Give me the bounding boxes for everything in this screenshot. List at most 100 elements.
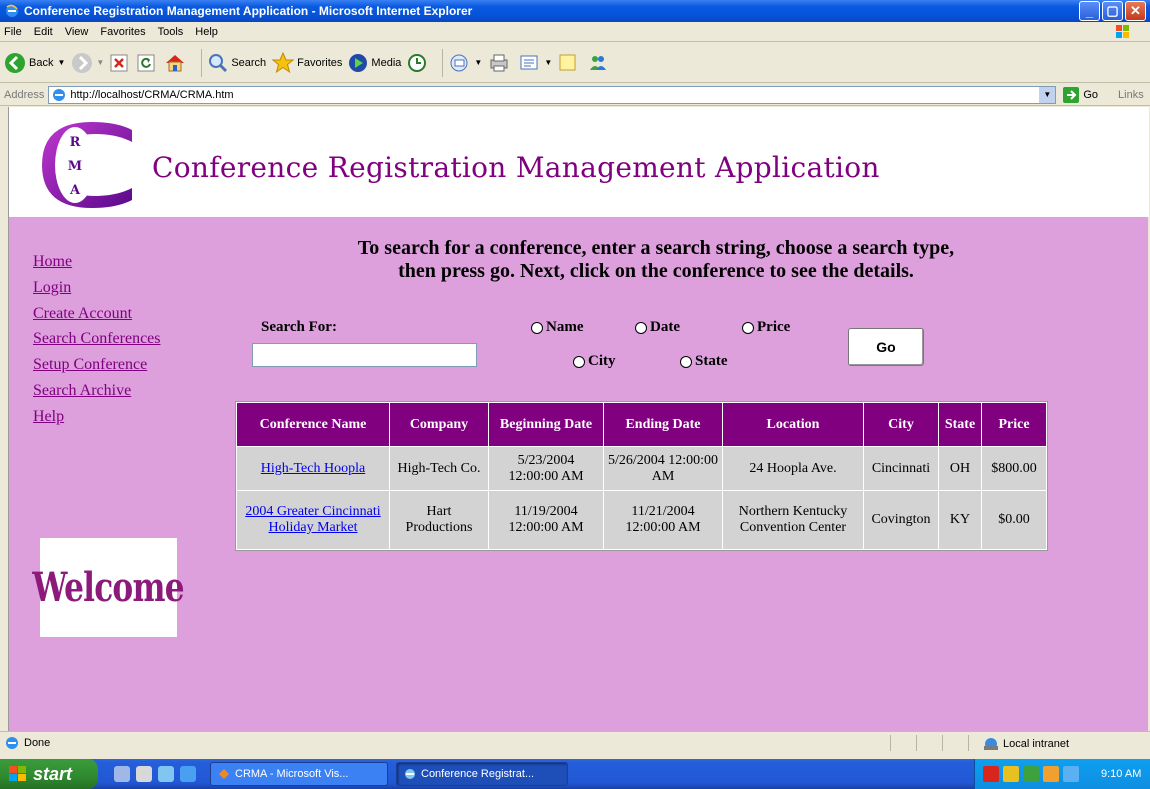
chevron-down-icon[interactable]: ▼ xyxy=(96,58,104,67)
history-button[interactable] xyxy=(407,53,430,73)
col-beginning-date: Beginning Date xyxy=(489,403,603,446)
task-conference-registration[interactable]: Conference Registrat... xyxy=(396,762,568,786)
nav-search-archive[interactable]: Search Archive xyxy=(33,383,161,409)
minimize-button[interactable]: _ xyxy=(1079,1,1100,21)
chevron-down-icon[interactable]: ▼ xyxy=(1039,86,1056,103)
conference-link[interactable]: High-Tech Hoopla xyxy=(261,461,365,476)
radio-name[interactable]: Name xyxy=(531,319,584,336)
refresh-button[interactable] xyxy=(137,54,158,72)
address-input[interactable]: http://localhost/CRMA/CRMA.htm ▼ xyxy=(48,85,1057,104)
zonealarm-icon[interactable] xyxy=(983,766,999,782)
tray-icon[interactable] xyxy=(1003,766,1019,782)
favorites-label: Favorites xyxy=(297,56,343,69)
mail-icon xyxy=(450,54,468,71)
zone-text: Local intranet xyxy=(1003,738,1070,750)
menu-favorites[interactable]: Favorites xyxy=(100,26,145,38)
window-titlebar[interactable]: Conference Registration Management Appli… xyxy=(0,0,1150,22)
tray-icon[interactable] xyxy=(1043,766,1059,782)
media-button[interactable]: Media xyxy=(348,53,401,73)
menu-help[interactable]: Help xyxy=(195,26,218,38)
radio-state[interactable]: State xyxy=(680,353,728,370)
back-label: Back xyxy=(29,56,54,69)
search-button[interactable]: Search xyxy=(208,53,266,73)
clock: 9:10 AM xyxy=(1101,768,1142,780)
discuss-button[interactable] xyxy=(558,53,581,73)
chevron-down-icon[interactable]: ▼ xyxy=(57,58,65,67)
menu-edit[interactable]: Edit xyxy=(34,26,53,38)
page-content: R M A Conference Registration Management… xyxy=(8,107,1149,731)
nav-help[interactable]: Help xyxy=(33,408,161,435)
go-arrow-icon xyxy=(1063,86,1080,103)
quick-launch-icon[interactable] xyxy=(114,766,130,782)
menu-file[interactable]: File xyxy=(4,26,22,38)
forward-arrow-icon xyxy=(72,52,93,73)
table-header-row: Conference Name Company Beginning Date E… xyxy=(237,403,1046,446)
table-row: 2004 Greater Cincinnati Holiday Market H… xyxy=(237,491,1046,549)
nav-home[interactable]: Home xyxy=(33,254,161,280)
cell-end: 11/21/2004 12:00:00 AM xyxy=(604,491,722,549)
search-for-label: Search For: xyxy=(261,319,337,335)
cell-company: High-Tech Co. xyxy=(390,447,488,490)
forward-button[interactable]: ▼ xyxy=(71,52,104,74)
star-icon xyxy=(272,51,295,73)
start-button[interactable]: start xyxy=(0,759,98,789)
printer-icon xyxy=(490,54,508,71)
address-go-button[interactable]: Go xyxy=(1062,86,1098,104)
nav-create-account[interactable]: Create Account xyxy=(33,305,161,332)
windows-flag-icon xyxy=(1116,25,1129,38)
chevron-down-icon[interactable]: ▼ xyxy=(474,58,482,67)
chevron-down-icon[interactable]: ▼ xyxy=(544,58,552,67)
address-url: http://localhost/CRMA/CRMA.htm xyxy=(70,88,234,101)
cell-location: Northern Kentucky Convention Center xyxy=(723,491,863,549)
edit-button[interactable]: ▼ xyxy=(519,53,552,73)
nav-login[interactable]: Login xyxy=(33,279,161,306)
print-button[interactable] xyxy=(488,53,513,73)
tray-icon[interactable] xyxy=(1023,766,1039,782)
cell-begin: 11/19/2004 12:00:00 AM xyxy=(489,491,603,549)
back-button[interactable]: Back ▼ xyxy=(4,52,65,74)
maximize-button[interactable]: ▢ xyxy=(1102,1,1123,21)
search-input[interactable] xyxy=(252,343,477,367)
page-done-icon xyxy=(6,736,18,749)
status-text: Done xyxy=(24,736,51,749)
home-icon xyxy=(166,54,185,71)
nav-setup-conference[interactable]: Setup Conference xyxy=(33,357,161,383)
radio-date[interactable]: Date xyxy=(635,319,680,336)
instructions-line-1: To search for a conference, enter a sear… xyxy=(357,237,955,259)
radio-circle[interactable] xyxy=(531,321,543,334)
back-arrow-icon xyxy=(5,52,25,73)
welcome-text: Welcome xyxy=(32,564,185,611)
go-label: Go xyxy=(1083,88,1099,101)
radio-circle[interactable] xyxy=(635,321,647,334)
radio-circle[interactable] xyxy=(573,355,585,368)
crma-logo: R M A xyxy=(42,122,132,208)
messenger-button[interactable] xyxy=(587,53,612,73)
task-visual-studio[interactable]: CRMA - Microsoft Vis... xyxy=(210,762,388,786)
stop-button[interactable] xyxy=(110,54,131,72)
menu-view[interactable]: View xyxy=(65,26,89,38)
quick-launch-icon[interactable] xyxy=(136,766,152,782)
radio-circle[interactable] xyxy=(680,355,692,368)
nav-search-conferences[interactable]: Search Conferences xyxy=(33,331,161,357)
security-zone: Local intranet xyxy=(982,736,1069,752)
radio-price[interactable]: Price xyxy=(742,319,790,336)
links-button[interactable]: Links xyxy=(1118,89,1144,101)
conference-link[interactable]: 2004 Greater Cincinnati Holiday Market xyxy=(245,504,380,535)
radio-circle[interactable] xyxy=(742,321,754,334)
col-company: Company xyxy=(390,403,488,446)
close-button[interactable]: ✕ xyxy=(1125,1,1146,21)
welcome-banner: Welcome xyxy=(33,538,185,637)
note-icon xyxy=(559,54,576,70)
home-button[interactable] xyxy=(164,53,189,73)
network-icon[interactable] xyxy=(1063,766,1079,782)
radio-city[interactable]: City xyxy=(573,353,616,370)
media-icon xyxy=(349,53,368,72)
col-ending-date: Ending Date xyxy=(604,403,722,446)
mail-button[interactable]: ▼ xyxy=(449,53,482,73)
menu-tools[interactable]: Tools xyxy=(158,26,184,38)
favorites-button[interactable]: Favorites xyxy=(272,51,343,74)
messenger-icon xyxy=(590,55,607,70)
quick-launch-icon[interactable] xyxy=(180,766,196,782)
go-button[interactable]: Go xyxy=(848,328,924,366)
quick-launch-icon[interactable] xyxy=(158,766,174,782)
